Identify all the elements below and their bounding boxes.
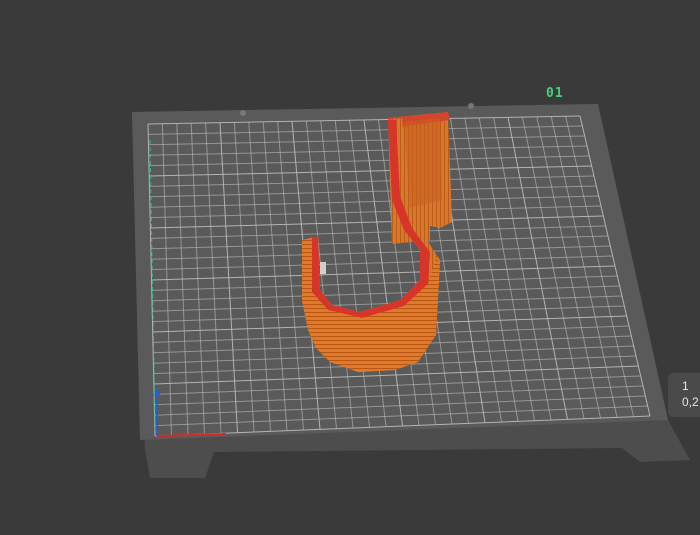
- layer-height: 0,2: [682, 395, 699, 409]
- 3d-viewport[interactable]: [0, 0, 700, 535]
- layer-number: 1: [682, 379, 689, 393]
- plate-number-label[interactable]: 01: [546, 86, 564, 101]
- layer-indicator[interactable]: 1 0,2: [668, 373, 700, 417]
